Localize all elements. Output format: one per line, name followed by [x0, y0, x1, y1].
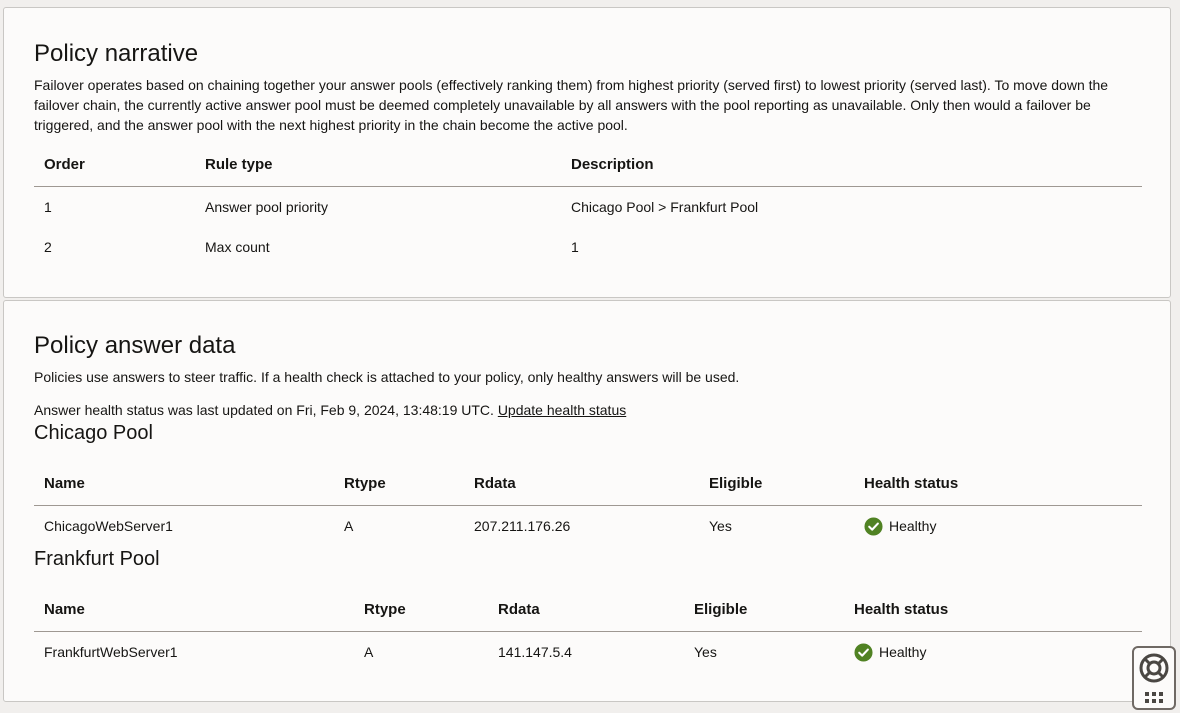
column-header-eligible: Eligible: [709, 475, 763, 492]
update-health-status-link[interactable]: Update health status: [498, 402, 626, 418]
pool-title-frankfurt: Frankfurt Pool: [34, 548, 160, 570]
policy-answer-data-title: Policy answer data: [34, 332, 236, 359]
column-header-name: Name: [44, 601, 85, 618]
column-header-rtype: Rtype: [364, 601, 406, 618]
pool-title-chicago: Chicago Pool: [34, 422, 153, 444]
column-header-health-status: Health status: [864, 475, 959, 492]
narrative-table: Order Rule type Description 1 Answer poo…: [34, 146, 1142, 267]
cell-rule-type: Answer pool priority: [205, 199, 328, 215]
column-header-rdata: Rdata: [498, 601, 540, 618]
health-updated-text: Answer health status was last updated on…: [34, 402, 494, 418]
column-header-description: Description: [571, 156, 654, 173]
cell-name: FrankfurtWebServer1: [44, 644, 178, 660]
check-circle-icon: [854, 642, 873, 662]
column-header-rdata: Rdata: [474, 475, 516, 492]
cell-health-status: Healthy: [864, 506, 936, 546]
cell-description: 1: [571, 239, 579, 255]
cell-order: 1: [44, 199, 52, 215]
check-circle-icon: [864, 516, 883, 536]
cell-health-status: Healthy: [854, 632, 926, 672]
cell-eligible: Yes: [694, 644, 717, 660]
help-widget[interactable]: [1132, 646, 1176, 710]
health-updated-line: Answer health status was last updated on…: [34, 400, 1124, 420]
column-header-order: Order: [44, 156, 85, 173]
policy-answer-data-panel: Policy answer data Policies use answers …: [3, 300, 1171, 702]
help-widget-graphic: [1139, 653, 1169, 703]
cell-rdata: 207.211.176.26: [474, 518, 571, 534]
table-row: 2 Max count 1: [34, 227, 1142, 267]
table-header-row: Name Rtype Rdata Eligible Health status: [34, 465, 1142, 506]
table-header-row: Name Rtype Rdata Eligible Health status: [34, 591, 1142, 632]
cell-name: ChicagoWebServer1: [44, 518, 173, 534]
cell-rule-type: Max count: [205, 239, 270, 255]
policy-narrative-description: Failover operates based on chaining toge…: [34, 77, 1109, 133]
table-row: 1 Answer pool priority Chicago Pool > Fr…: [34, 187, 1142, 227]
column-header-health-status: Health status: [854, 601, 949, 618]
lifebuoy-icon: [1139, 653, 1169, 683]
column-header-eligible: Eligible: [694, 601, 748, 618]
table-row: FrankfurtWebServer1 A 141.147.5.4 Yes He…: [34, 632, 1142, 672]
chicago-pool-table: Name Rtype Rdata Eligible Health status …: [34, 465, 1142, 546]
table-header-row: Order Rule type Description: [34, 146, 1142, 187]
health-status-label: Healthy: [879, 644, 927, 660]
cell-rtype: A: [364, 644, 374, 660]
cell-description: Chicago Pool > Frankfurt Pool: [571, 199, 759, 215]
column-header-rule-type: Rule type: [205, 156, 273, 173]
cell-rtype: A: [344, 518, 354, 534]
column-header-rtype: Rtype: [344, 475, 386, 492]
table-row: ChicagoWebServer1 A 207.211.176.26 Yes H…: [34, 506, 1142, 546]
policy-narrative-title: Policy narrative: [34, 40, 199, 67]
policy-narrative-panel: Policy narrative Failover operates based…: [3, 7, 1171, 298]
column-header-name: Name: [44, 475, 85, 492]
cell-eligible: Yes: [709, 518, 732, 534]
policy-answer-data-description: Policies use answers to steer traffic. I…: [34, 369, 740, 385]
cell-rdata: 141.147.5.4: [498, 644, 572, 660]
frankfurt-pool-table: Name Rtype Rdata Eligible Health status …: [34, 591, 1142, 672]
health-status-label: Healthy: [889, 518, 937, 534]
cell-order: 2: [44, 239, 52, 255]
grid-dots-icon: [1145, 692, 1163, 703]
